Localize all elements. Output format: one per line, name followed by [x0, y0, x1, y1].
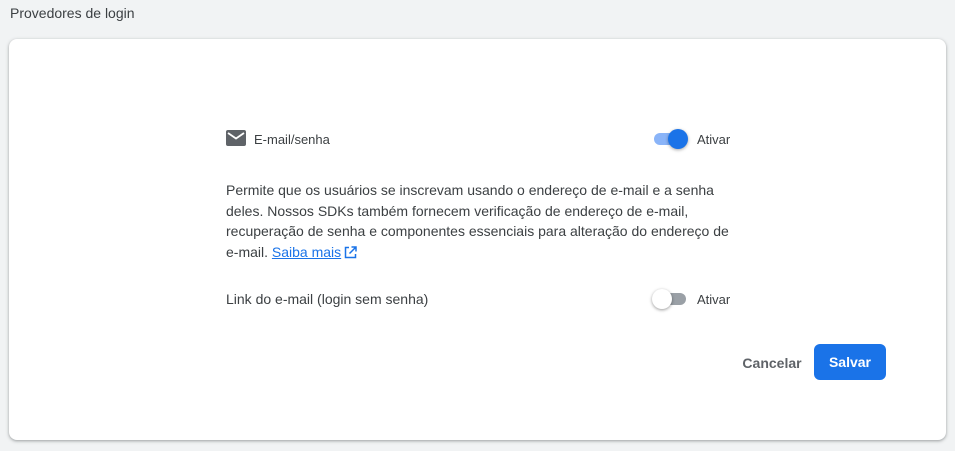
section-title: Provedores de login	[10, 5, 135, 21]
provider-card: E-mail/senha Ativar Permite que os usuár…	[9, 39, 946, 440]
email-link-label: Link do e-mail (login sem senha)	[226, 291, 429, 307]
mail-icon	[226, 130, 246, 146]
toggle-thumb	[652, 289, 672, 309]
open-in-new-icon[interactable]	[344, 245, 357, 259]
email-password-toggle[interactable]	[652, 129, 688, 149]
cancel-button[interactable]: Cancelar	[721, 345, 823, 381]
learn-more-link[interactable]: Saiba mais	[272, 244, 341, 260]
email-link-toggle-label: Ativar	[697, 292, 731, 307]
provider-description: Permite que os usuários se inscrevam usa…	[226, 180, 731, 262]
email-link-toggle[interactable]	[652, 289, 688, 309]
provider-name: E-mail/senha	[254, 132, 330, 147]
save-button[interactable]: Salvar	[814, 344, 886, 380]
email-password-toggle-label: Ativar	[697, 132, 731, 147]
provider-row-email-password: E-mail/senha Ativar	[226, 127, 746, 151]
toggle-thumb	[668, 129, 688, 149]
